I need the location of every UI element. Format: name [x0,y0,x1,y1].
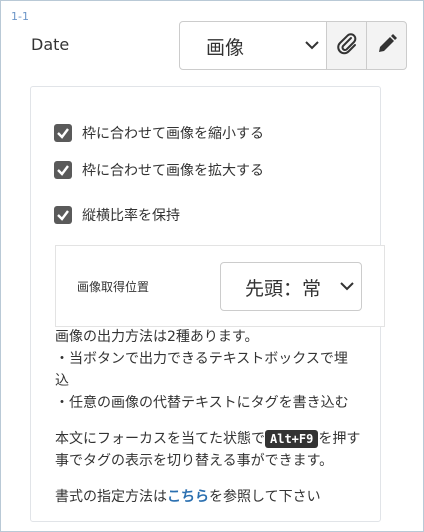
chevron-down-icon [304,37,320,57]
pencil-icon [376,33,398,59]
attach-button[interactable] [326,21,367,70]
position-label: 画像取得位置 [77,280,150,294]
enlarge-label: 枠に合わせて画像を拡大する [82,163,264,179]
position-value: 先頭：常 [245,278,322,300]
shrink-label: 枠に合わせて画像を縮小する [82,126,264,142]
format-help-link[interactable]: こちら [167,489,209,505]
aspect-ratio-label: 縦横比率を保持 [82,208,180,224]
field-type-select[interactable]: 画像 [179,21,327,70]
chevron-down-icon [339,278,355,298]
format-text-post: を参照して下さい [209,489,321,505]
shortcut-text-post: を押す [318,431,361,447]
help-line-2-cont: 込 [55,373,69,389]
shrink-checkbox[interactable] [54,124,72,142]
paperclip-icon [335,32,359,60]
shortcut-help: 本文にフォーカスを当てた状態で Alt+F9 を押す [55,429,360,449]
help-line-1: 画像の出力方法は2種あります。 [55,329,259,345]
format-help: 書式の指定方法はこちらを参照して下さい [55,487,321,507]
field-type-value: 画像 [206,37,245,59]
enlarge-checkbox[interactable] [54,161,72,179]
edit-button[interactable] [366,21,407,70]
shortcut-text-pre: 本文にフォーカスを当てた状態で [55,431,265,447]
help-line-3: ・任意の画像の代替テキストにタグを書き込む [55,395,349,411]
shortcut-help-line-2: 事でタグの表示を切り替える事ができます。 [55,453,334,469]
field-label: Date [31,35,70,54]
keep-aspect-ratio-option[interactable]: 縦横比率を保持 [54,205,180,225]
shrink-to-fit-option[interactable]: 枠に合わせて画像を縮小する [54,123,264,143]
enlarge-to-fit-option[interactable]: 枠に合わせて画像を拡大する [54,160,264,180]
format-text-pre: 書式の指定方法は [55,489,167,505]
help-line-2: ・当ボタンで出力できるテキストボックスで埋 [55,351,348,367]
row-number: 1-1 [11,10,29,23]
aspect-ratio-checkbox[interactable] [54,206,72,224]
image-field-settings-panel: 1-1 Date 画像 枠に合わせて画像を縮小する 枠に合わせて画像を拡大する … [0,0,424,532]
shortcut-key: Alt+F9 [265,430,319,448]
position-select[interactable]: 先頭：常 [220,262,362,311]
